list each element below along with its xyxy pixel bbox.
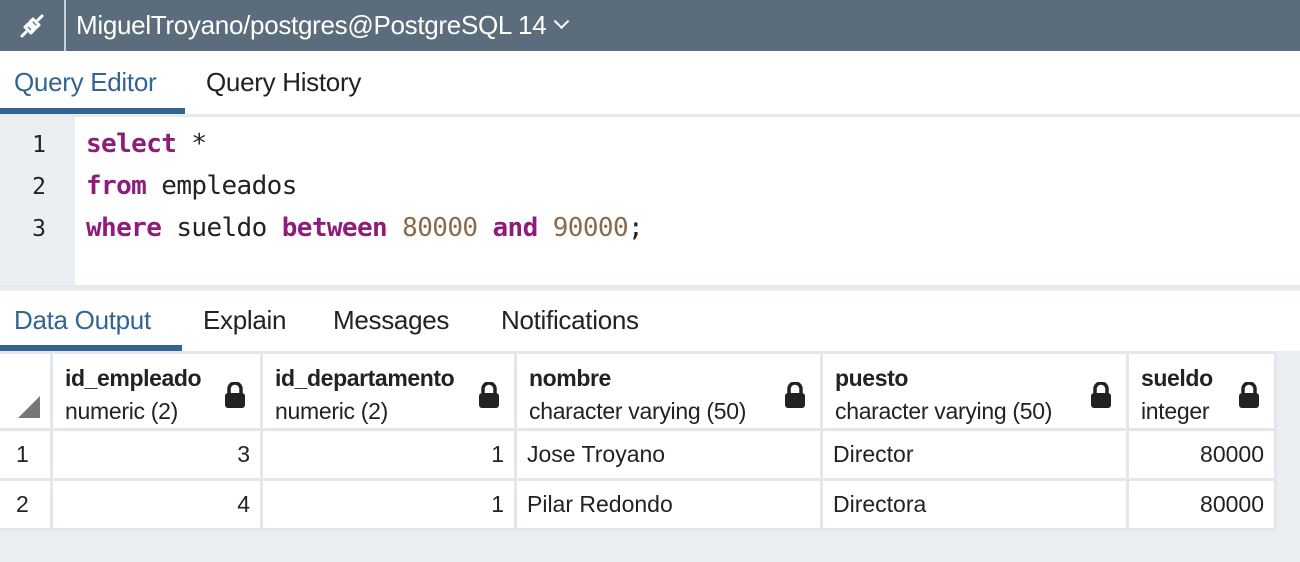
table-cell-puesto[interactable]: Directora — [823, 481, 1129, 531]
column-type: character varying (50) — [529, 398, 747, 424]
table-cell-puesto[interactable]: Director — [823, 431, 1129, 481]
tab-messages[interactable]: Messages — [333, 305, 449, 336]
line-number: 1 — [32, 132, 46, 158]
select-all-corner[interactable] — [0, 351, 53, 431]
sql-text: sueldo — [161, 213, 282, 243]
column-header-puesto[interactable]: puesto character varying (50) — [823, 351, 1129, 431]
row-number[interactable]: 1 — [0, 431, 53, 481]
tab-query-history[interactable]: Query History — [206, 67, 361, 98]
editor-tabs: Query Editor Query History — [0, 51, 1300, 114]
column-header-id-departamento[interactable]: id_departamentonumeric (2) — [263, 351, 517, 431]
column-header-nombre[interactable]: nombre character varying (50) — [517, 351, 823, 431]
column-name: sueldo — [1141, 365, 1213, 391]
table-cell-sueldo[interactable]: 80000 — [1129, 431, 1277, 481]
column-type: numeric (2) — [65, 398, 179, 424]
table-cell-id-empleado[interactable]: 3 — [53, 431, 263, 481]
table-cell-id-departamento[interactable]: 1 — [263, 481, 517, 531]
row-number[interactable]: 2 — [0, 481, 53, 531]
connection-title: MiguelTroyano/postgres@PostgreSQL 14 — [76, 10, 547, 40]
code-line: where sueldo between 80000 and 90000; — [86, 213, 644, 243]
connection-selector[interactable]: MiguelTroyano/postgres@PostgreSQL 14 — [66, 10, 570, 41]
column-type: integer — [1141, 398, 1210, 424]
column-type: numeric (2) — [275, 398, 389, 424]
column-name: nombre — [529, 365, 611, 391]
tab-explain[interactable]: Explain — [203, 305, 286, 336]
sql-number: 90000 — [552, 213, 629, 243]
lock-icon — [784, 381, 806, 408]
lock-icon — [224, 381, 246, 408]
output-tabs: Data Output Explain Messages Notificatio… — [0, 291, 1300, 351]
column-type: character varying (50) — [835, 398, 1053, 424]
plug-connected-icon[interactable] — [0, 0, 66, 51]
sql-keyword: select — [86, 129, 177, 159]
table-cell-id-departamento[interactable]: 1 — [263, 431, 517, 481]
lock-icon — [1090, 381, 1112, 408]
code-line: select * — [86, 129, 207, 159]
chevron-down-icon — [554, 13, 570, 30]
sql-editor[interactable]: 1 2 3 select * from empleados where suel… — [0, 114, 1300, 288]
table-cell-id-empleado[interactable]: 4 — [53, 481, 263, 531]
column-header-sueldo[interactable]: sueldo integer — [1129, 351, 1277, 431]
table-cell-sueldo[interactable]: 80000 — [1129, 481, 1277, 531]
line-number: 3 — [32, 216, 46, 242]
connection-bar: MiguelTroyano/postgres@PostgreSQL 14 — [0, 0, 1300, 51]
sql-number: 80000 — [402, 213, 478, 243]
tab-data-output[interactable]: Data Output — [14, 305, 151, 336]
column-header-id-empleado[interactable]: id_empleadonumeric (2) — [53, 351, 263, 431]
code-line: from empleados — [86, 171, 297, 201]
sql-text: empleados — [146, 171, 297, 201]
sql-text: * — [176, 129, 207, 159]
column-name: id_departamento — [275, 365, 455, 391]
sql-text: ; — [628, 213, 644, 243]
lock-icon — [478, 381, 500, 408]
table-cell-nombre[interactable]: Pilar Redondo — [517, 481, 823, 531]
sql-keyword: from — [86, 171, 147, 201]
table-cell-nombre[interactable]: Jose Troyano — [517, 431, 823, 481]
lock-icon — [1238, 381, 1260, 408]
sql-keyword: where — [86, 213, 162, 243]
column-name: id_empleado — [65, 365, 202, 391]
tab-notifications[interactable]: Notifications — [501, 305, 639, 336]
corner-triangle-icon — [18, 396, 40, 418]
line-number: 2 — [32, 174, 46, 200]
sql-keyword: between — [281, 213, 388, 243]
line-gutter: 1 2 3 — [0, 117, 75, 285]
tab-query-editor[interactable]: Query Editor — [14, 67, 157, 98]
sql-keyword: and — [492, 213, 539, 243]
column-name: puesto — [835, 365, 908, 391]
